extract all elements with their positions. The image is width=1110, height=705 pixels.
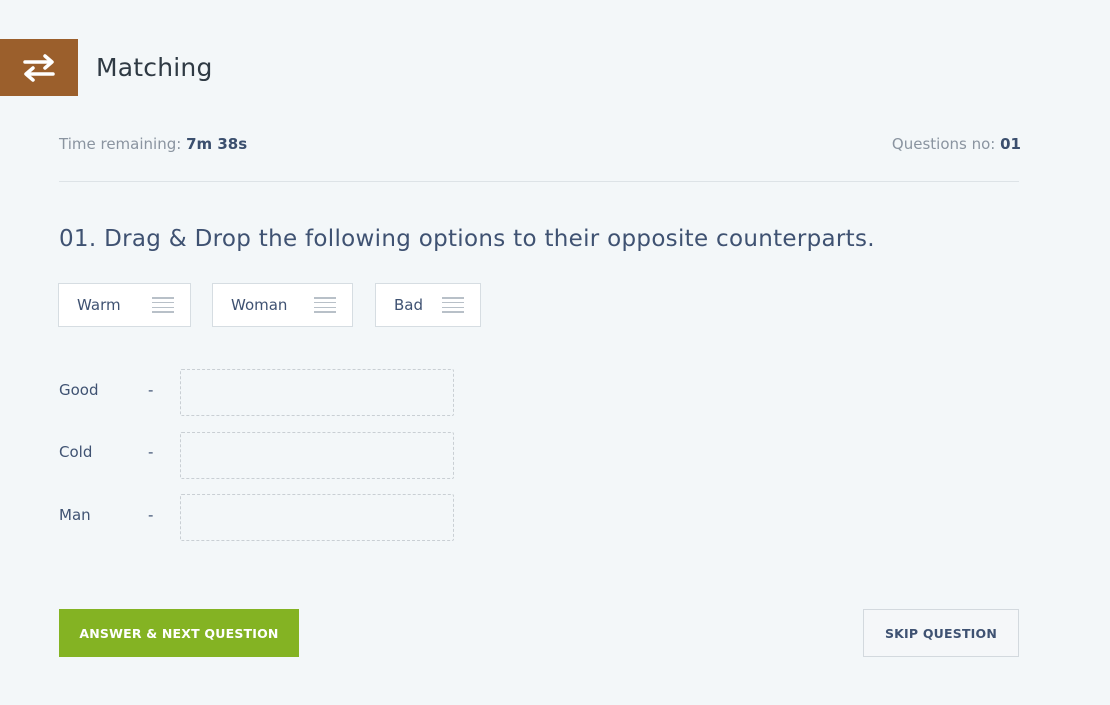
header-badge [0, 39, 78, 96]
pair-separator: - [148, 381, 154, 399]
page-title: Matching [96, 53, 213, 82]
time-remaining-label: Time remaining: [59, 135, 182, 153]
pair-label-cold: Cold [59, 443, 93, 461]
matching-quiz-page: Matching Time remaining: 7m 38s Question… [0, 0, 1110, 705]
answer-next-button[interactable]: ANSWER & NEXT QUESTION [59, 609, 299, 657]
drag-handle-icon [442, 297, 464, 313]
drag-handle-icon [314, 297, 336, 313]
pair-label-man: Man [59, 506, 91, 524]
pair-label-good: Good [59, 381, 99, 399]
swap-arrows-icon [23, 53, 55, 82]
option-label: Woman [231, 296, 288, 314]
skip-question-button[interactable]: SKIP QUESTION [863, 609, 1019, 657]
option-woman[interactable]: Woman [212, 283, 353, 327]
quiz-header: Matching [0, 39, 213, 96]
divider [59, 181, 1019, 182]
drag-handle-icon [152, 297, 174, 313]
option-warm[interactable]: Warm [58, 283, 191, 327]
option-label: Warm [77, 296, 121, 314]
option-label: Bad [394, 296, 424, 314]
dropzone-good[interactable] [180, 369, 454, 416]
question-number-label: Questions no: [891, 135, 996, 153]
dropzone-cold[interactable] [180, 432, 454, 479]
dropzone-man[interactable] [180, 494, 454, 541]
pair-separator: - [148, 506, 154, 524]
pair-separator: - [148, 443, 154, 461]
question-number: Questions no: 01 [892, 135, 1021, 153]
time-remaining-value: 7m 38s [186, 135, 248, 153]
option-bad[interactable]: Bad [375, 283, 481, 327]
time-remaining: Time remaining: 7m 38s [59, 135, 247, 153]
quiz-meta: Time remaining: 7m 38s Questions no: 01 [59, 135, 1021, 153]
question-text: 01. Drag & Drop the following options to… [59, 226, 875, 252]
question-number-value: 01 [1000, 135, 1021, 153]
